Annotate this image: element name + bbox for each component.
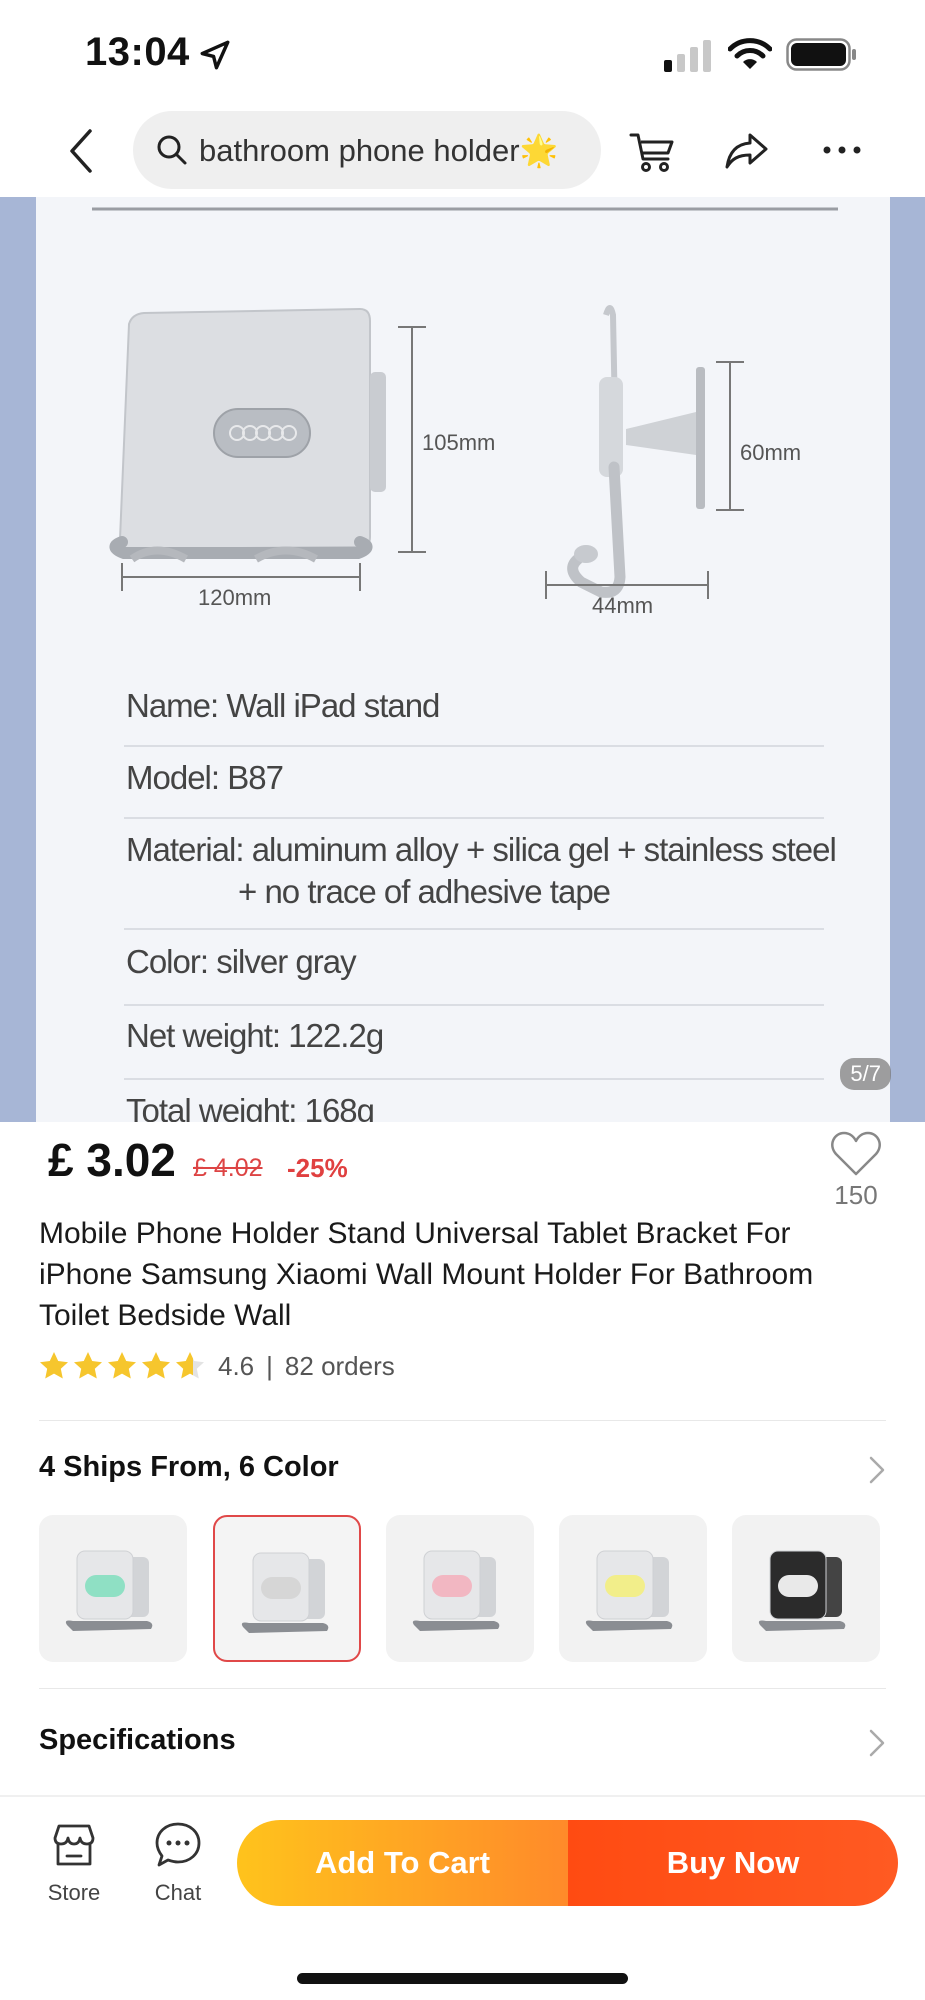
star-icon [142,1352,170,1379]
chat-icon [155,1822,201,1867]
spec-model: Model: B87 [126,759,284,796]
buy-now-button[interactable]: Buy Now [568,1820,898,1906]
search-icon [157,135,187,165]
stand-thumbnail-icon [412,1550,500,1631]
color-swatch[interactable] [213,1515,361,1662]
search-query: bathroom phone holder🌟 [199,132,559,168]
stand-thumbnail-icon [65,1550,153,1631]
spec-divider [124,745,824,747]
bottom-bar-divider [0,1795,925,1797]
section-divider [39,1688,886,1689]
section-divider [39,1420,886,1421]
store-label: Store [47,1880,101,1905]
spec-name: Name: Wall iPad stand [126,687,440,724]
product-title: Mobile Phone Holder Stand Universal Tabl… [39,1217,814,1332]
share-icon[interactable] [722,125,772,175]
stand-thumbnail-icon [241,1552,329,1633]
spec-material: Material: aluminum alloy + silica gel + … [126,831,837,868]
rating-value: 4.6 [218,1350,255,1381]
star-icon [176,1352,204,1379]
product-spec-image: 105mm 120mm 60mm 44mm Name: Wall iPad st… [36,197,890,1122]
dim-120mm: 120mm [198,585,271,610]
chevron-right-icon[interactable] [866,1454,888,1486]
dim-105mm: 105mm [422,430,495,455]
rating-stars [38,1350,206,1382]
wishlist-count: 150 [834,1180,878,1210]
product-image-carousel[interactable]: 105mm 120mm 60mm 44mm Name: Wall iPad st… [0,197,925,1122]
add-to-cart-button[interactable]: Add To Cart [237,1820,568,1906]
battery-icon [786,38,856,71]
rating-row[interactable]: 4.6 | 82 orders [38,1348,395,1384]
back-arrow-icon[interactable] [62,123,102,179]
heart-icon[interactable] [830,1130,882,1178]
product-dimension-drawing: 105mm 120mm 60mm 44mm [92,207,838,618]
store-tab[interactable]: Store [34,1820,114,1906]
star-icon [40,1352,68,1379]
variants-title[interactable]: 4 Ships From, 6 Color [39,1451,339,1484]
stand-thumbnail-icon [585,1550,673,1631]
original-price: £ 4.02 [193,1154,263,1182]
rating-separator: | [266,1350,273,1381]
chat-tab[interactable]: Chat [138,1820,218,1906]
status-time: 13:04 [85,30,190,74]
spec-divider [124,1004,824,1006]
discount-badge: -25% [287,1153,348,1183]
specifications-title[interactable]: Specifications [39,1724,236,1757]
more-options-icon[interactable] [817,125,867,175]
star-icon [108,1352,136,1379]
status-bar: 13:04 [0,0,925,105]
cart-icon[interactable] [628,125,678,175]
orders-count: 82 orders [284,1350,395,1381]
stand-thumbnail-icon [758,1550,846,1631]
store-icon [53,1824,95,1866]
color-swatch[interactable] [386,1515,534,1662]
spec-divider [124,928,824,930]
chat-label: Chat [154,1880,202,1905]
chevron-right-icon[interactable] [866,1727,888,1759]
top-nav-bar: bathroom phone holder🌟 [0,105,925,197]
dim-60mm: 60mm [740,440,801,465]
search-bar[interactable]: bathroom phone holder🌟 [133,111,601,189]
spec-divider [124,1078,824,1080]
spec-divider [124,817,824,819]
spec-material-cont: + no trace of adhesive tape [238,873,611,910]
home-indicator [297,1973,628,1984]
image-pager: 5/7 [840,1058,891,1090]
color-swatch[interactable] [39,1515,187,1662]
wifi-icon [728,38,772,69]
location-arrow-icon [200,40,230,70]
cellular-signal-icon [664,40,711,72]
color-swatch[interactable] [732,1515,880,1662]
color-swatch[interactable] [559,1515,707,1662]
spec-color: Color: silver gray [126,943,357,980]
spec-net-weight: Net weight: 122.2g [126,1017,384,1054]
dim-44mm: 44mm [592,593,653,618]
product-price: £ 3.02 [48,1134,176,1186]
star-icon [74,1352,102,1379]
spec-total-weight: Total weight: 168g [126,1092,375,1122]
